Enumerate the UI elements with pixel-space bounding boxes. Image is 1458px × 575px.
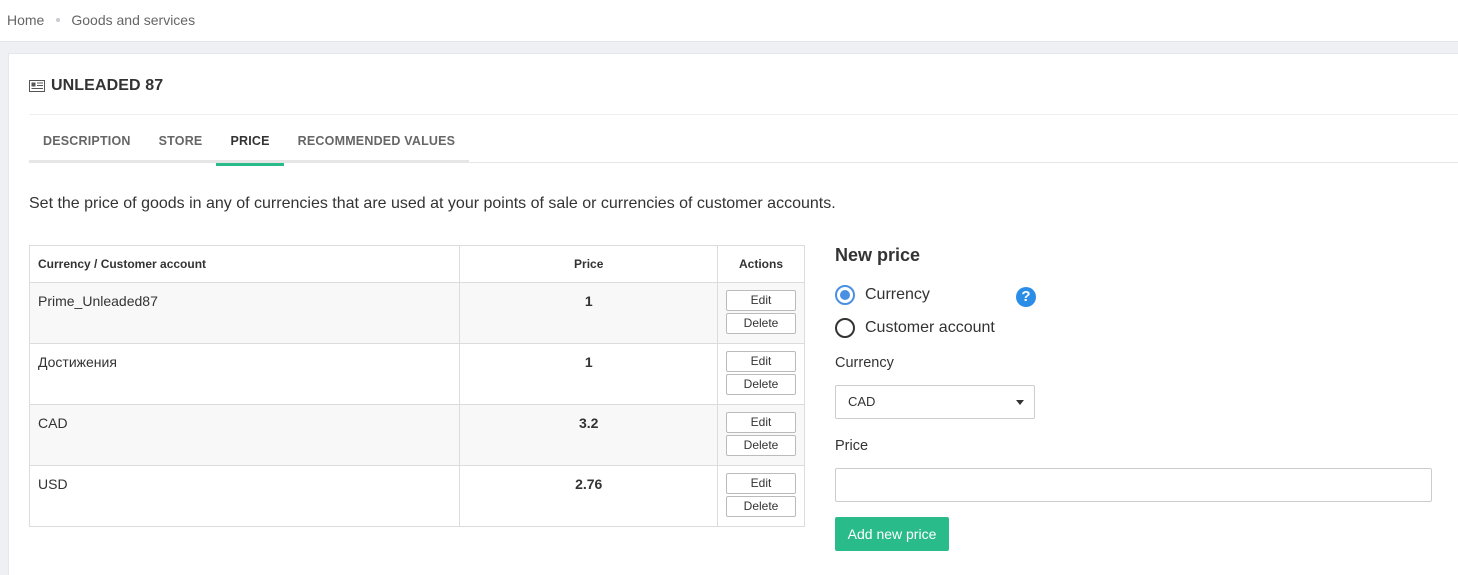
radio-customer-account[interactable] (835, 318, 855, 338)
column-header-currency: Currency / Customer account (28, 245, 461, 283)
radio-currency-label: Currency (865, 286, 930, 303)
tabs-divider (29, 162, 1458, 163)
radio-currency-option[interactable]: Currency (835, 285, 930, 305)
edit-button[interactable]: Edit (726, 351, 796, 372)
row-price: 1 (459, 343, 718, 405)
edit-button[interactable]: Edit (726, 412, 796, 433)
table-row: CAD 3.2 Edit Delete (28, 404, 805, 466)
radio-account-label: Customer account (865, 319, 995, 336)
currency-select[interactable]: CAD (835, 385, 1035, 419)
row-name: CAD (28, 404, 461, 466)
row-name: USD (28, 465, 461, 527)
row-price: 3.2 (459, 404, 718, 466)
content-card: UNLEADED 87 DESCRIPTION STORE PRICE RECO… (8, 53, 1458, 575)
price-input[interactable] (835, 468, 1432, 502)
new-price-heading: New price (835, 245, 921, 265)
question-circle-icon[interactable]: ? (1016, 287, 1036, 307)
tab-store[interactable]: STORE (145, 126, 217, 163)
price-description: Set the price of goods in any of currenc… (29, 195, 836, 212)
row-name: Достижения (28, 343, 461, 405)
header-divider (29, 114, 1458, 115)
newspaper-icon (29, 80, 45, 92)
edit-button[interactable]: Edit (726, 473, 796, 494)
column-header-price: Price (459, 245, 718, 283)
tab-description[interactable]: DESCRIPTION (29, 126, 145, 163)
table-row: Prime_Unleaded87 1 Edit Delete (28, 282, 805, 344)
row-price: 1 (459, 282, 718, 344)
caret-down-icon (1016, 400, 1024, 405)
breadcrumb-home-link[interactable]: Home (7, 12, 44, 28)
row-actions: Edit Delete (717, 465, 805, 527)
breadcrumb-goods-link[interactable]: Goods and services (71, 12, 195, 28)
table-header-row: Currency / Customer account Price Action… (28, 245, 805, 283)
column-header-actions: Actions (717, 245, 805, 283)
table-row: Достижения 1 Edit Delete (28, 343, 805, 405)
breadcrumb: Home Goods and services (7, 12, 195, 28)
tab-price[interactable]: PRICE (216, 126, 284, 166)
price-label: Price (835, 438, 869, 454)
page-title: UNLEADED 87 (51, 77, 164, 94)
row-actions: Edit Delete (717, 282, 805, 344)
add-new-price-button[interactable]: Add new price (835, 517, 949, 551)
table-row: USD 2.76 Edit Delete (28, 465, 805, 527)
row-actions: Edit Delete (717, 343, 805, 405)
delete-button[interactable]: Delete (726, 313, 796, 334)
currency-label: Currency (835, 355, 894, 371)
price-table: Currency / Customer account Price Action… (28, 245, 805, 527)
row-actions: Edit Delete (717, 404, 805, 466)
tab-bar: DESCRIPTION STORE PRICE RECOMMENDED VALU… (29, 126, 470, 166)
radio-account-option[interactable]: Customer account (835, 318, 995, 338)
breadcrumb-separator (56, 18, 61, 22)
delete-button[interactable]: Delete (726, 435, 796, 456)
tab-recommended-values[interactable]: RECOMMENDED VALUES (284, 126, 470, 163)
top-bar: Home Goods and services (0, 0, 1458, 42)
delete-button[interactable]: Delete (726, 496, 796, 517)
page-header: UNLEADED 87 (29, 77, 163, 95)
row-name: Prime_Unleaded87 (28, 282, 461, 344)
radio-currency[interactable] (835, 285, 855, 305)
delete-button[interactable]: Delete (726, 374, 796, 395)
row-price: 2.76 (459, 465, 718, 527)
currency-select-value: CAD (848, 394, 876, 409)
edit-button[interactable]: Edit (726, 290, 796, 311)
